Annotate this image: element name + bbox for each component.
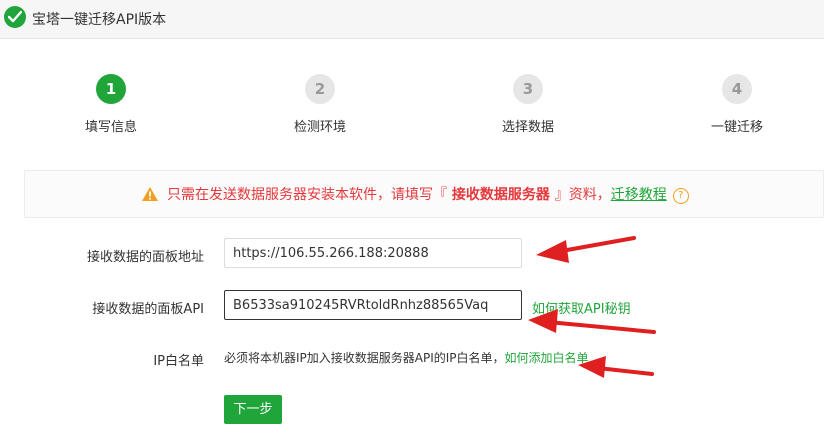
annotation-arrows	[528, 236, 656, 378]
annotation-arrow-icon	[578, 356, 654, 378]
annotation-arrow-icon	[536, 236, 636, 263]
annotation-arrow-icon	[528, 309, 656, 334]
